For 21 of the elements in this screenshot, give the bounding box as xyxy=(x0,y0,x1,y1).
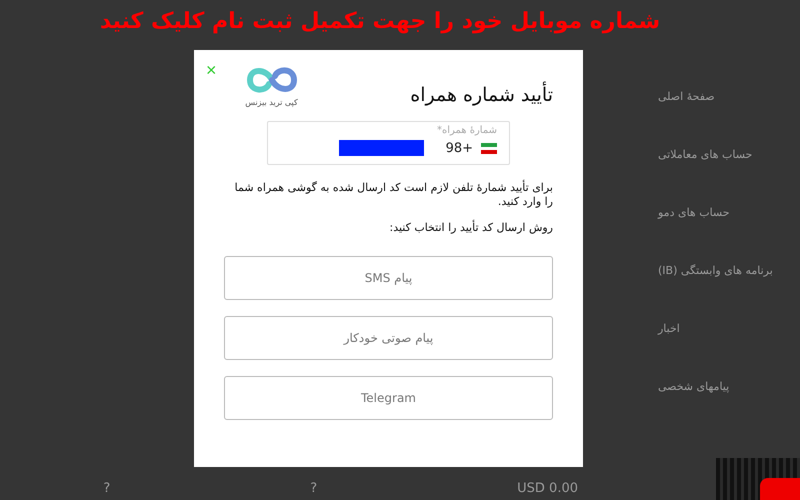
help-mark: ? xyxy=(103,480,110,496)
sidebar-item[interactable]: صفحهٔ اصلی xyxy=(658,88,715,106)
instruction-text: برای تأیید شمارهٔ تلفن لازم است کد ارسال شده به گوشی همراه شما را وارد کنید. xyxy=(234,181,553,209)
sidebar-item[interactable]: پیامهای شخصی xyxy=(658,378,730,396)
sidebar-item[interactable]: برنامه های وابستگی (IB) xyxy=(658,262,773,280)
dialog-title: تأیید شماره همراه xyxy=(410,84,553,106)
sidebar-item[interactable]: اخبار xyxy=(658,320,680,338)
method-button[interactable]: پیام صوتی خودکار xyxy=(224,316,553,360)
sidebar-item[interactable]: حساب های دمو xyxy=(658,204,730,222)
logo-caption: کپی ترید بیزنس xyxy=(245,98,298,107)
sidebar-item[interactable]: حساب های معاملاتی xyxy=(658,146,752,164)
field-label: شمارهٔ همراه* xyxy=(436,125,497,136)
country-code: 98+ xyxy=(446,140,473,156)
method-button[interactable]: پیام SMS xyxy=(224,256,553,300)
method-button[interactable]: Telegram xyxy=(224,376,553,420)
method-prompt: روش ارسال کد تأیید را انتخاب کنید: xyxy=(388,221,553,234)
flag-icon xyxy=(481,142,497,154)
chat-button[interactable] xyxy=(760,478,800,500)
help-mark: ? xyxy=(310,480,318,496)
banner-text: شماره موبایل خود را جهت تکمیل ثبت نام کلیک کنید xyxy=(98,8,662,36)
balance-amount: USD 0.00 xyxy=(517,480,578,496)
